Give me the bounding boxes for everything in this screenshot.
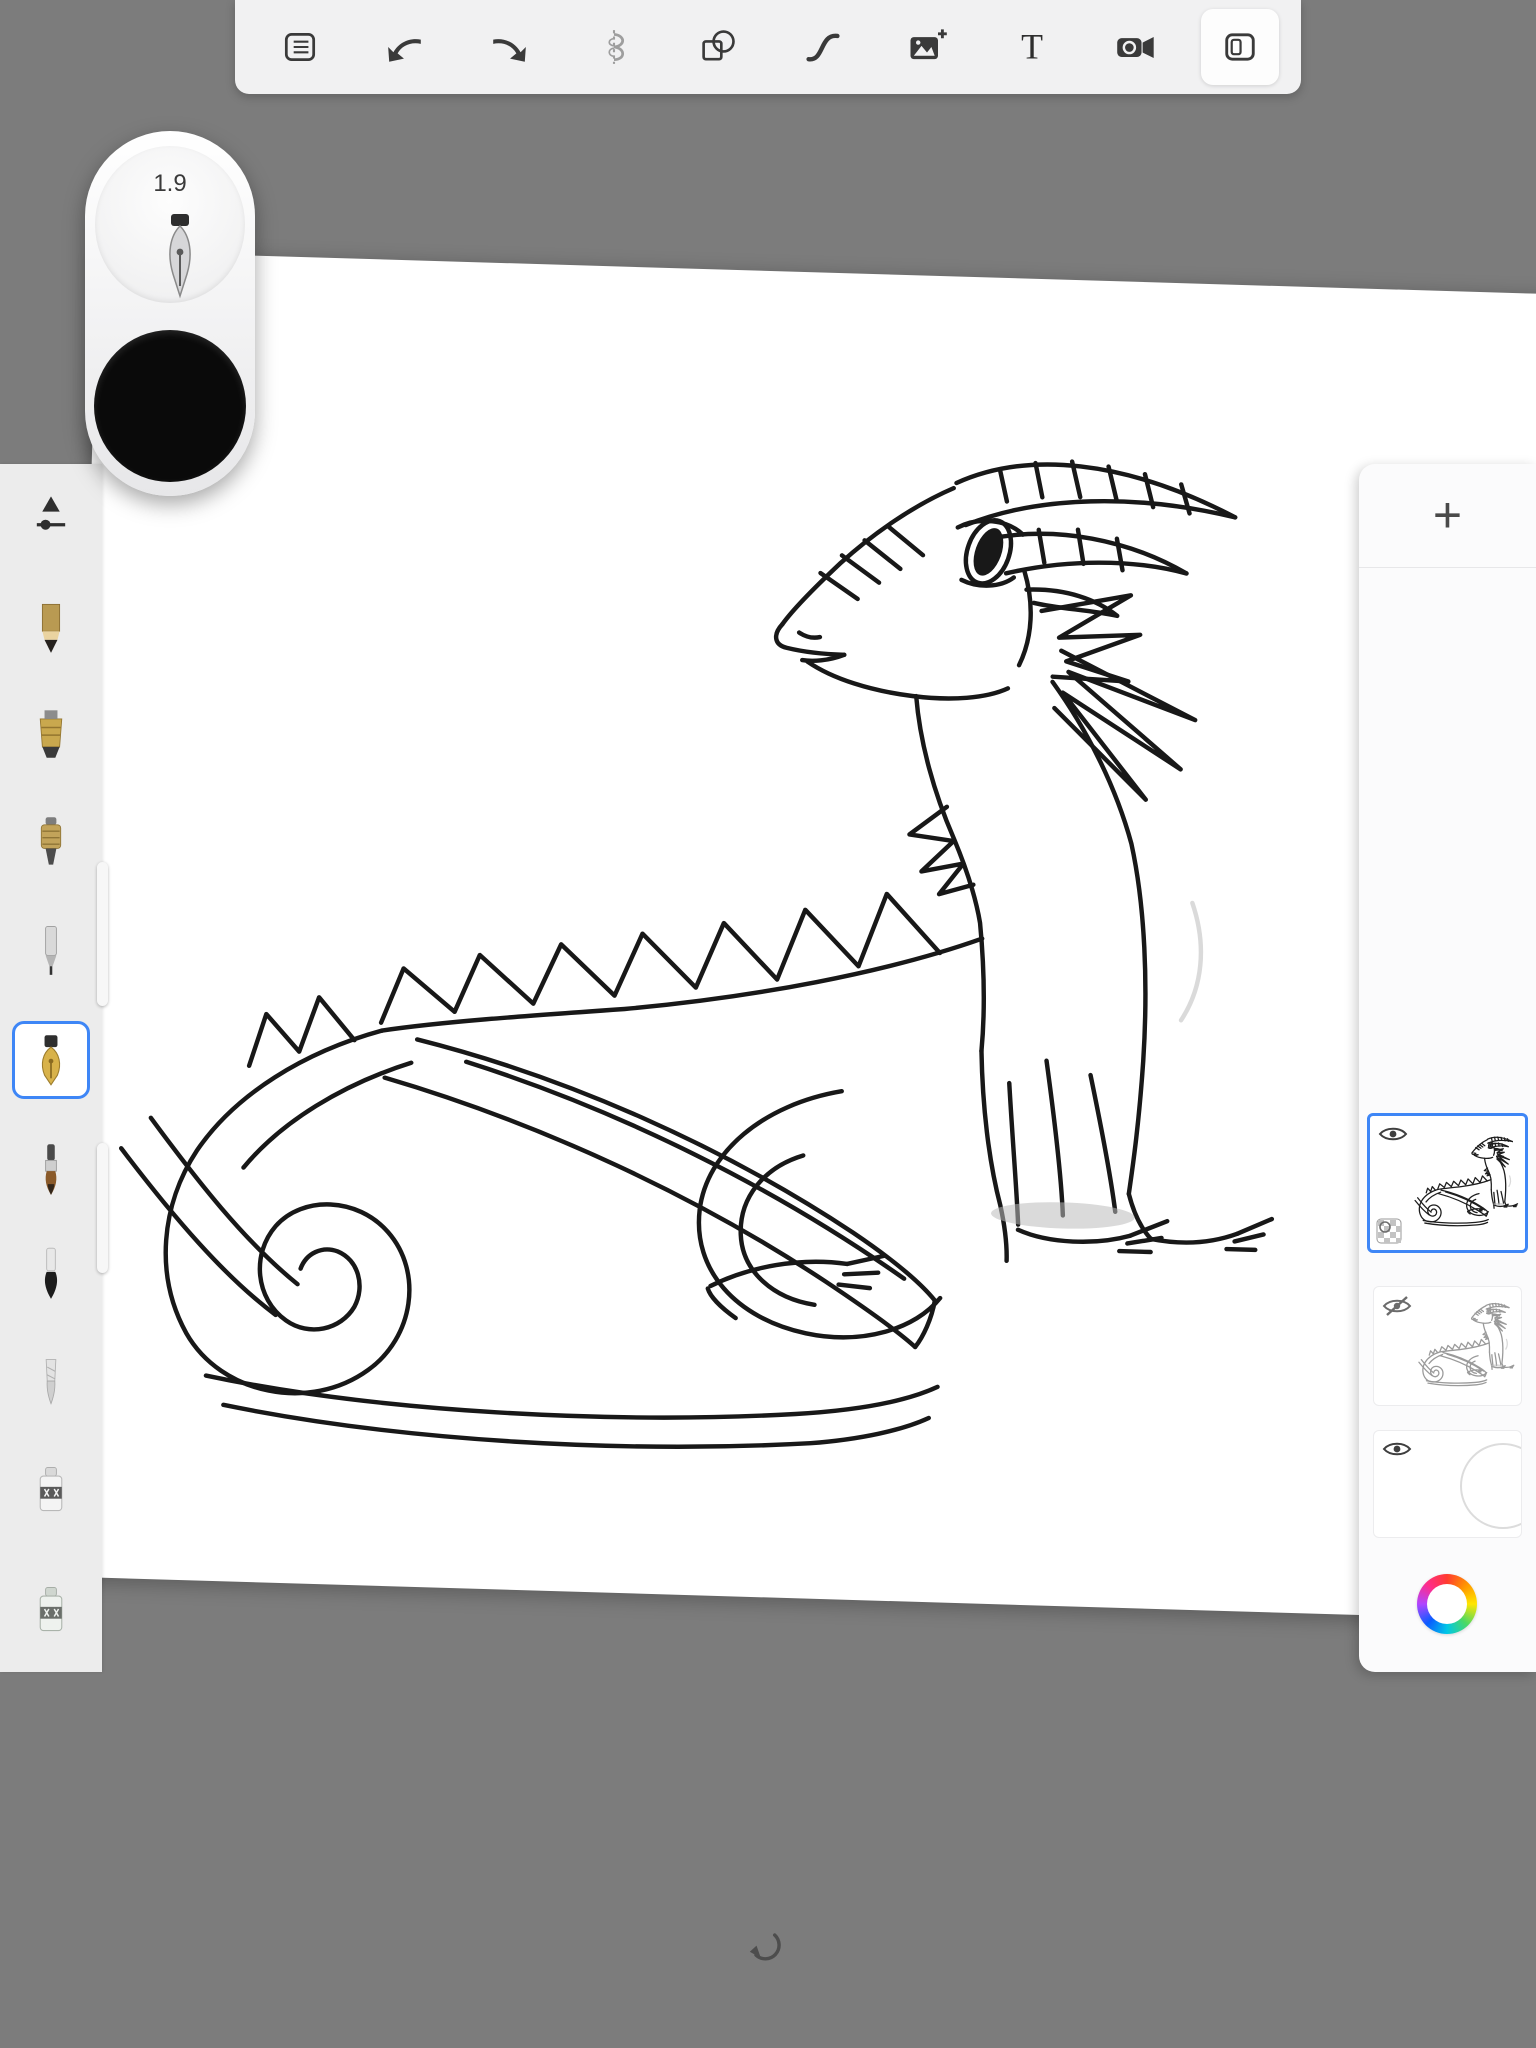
- chisel-marker-icon: [31, 706, 71, 762]
- text-tool-icon[interactable]: T: [1003, 18, 1061, 76]
- refresh-glyph: [746, 1925, 790, 1969]
- tool-paint-brush[interactable]: [15, 1133, 87, 1205]
- layer-alpha-badge-icon: [1376, 1218, 1402, 1244]
- timelapse-camera-icon[interactable]: [1107, 18, 1165, 76]
- shapes-glyph: [697, 26, 739, 68]
- layer-thumbnail-lineart: [1413, 1129, 1521, 1237]
- tool-ink-brush[interactable]: [15, 1237, 87, 1309]
- undo-glyph: [383, 27, 427, 67]
- fountain-pen-icon: [31, 1032, 71, 1088]
- symmetry-icon[interactable]: [585, 18, 643, 76]
- canvas-view-glyph: [1218, 26, 1262, 68]
- ink-brush-icon: [31, 1245, 71, 1301]
- tool-technical-pen[interactable]: [15, 913, 87, 985]
- pencil-icon: [31, 599, 71, 655]
- color-wheel[interactable]: [1417, 1574, 1477, 1634]
- brush-settings-icon: [29, 492, 73, 540]
- layer-thumbnail-circle: [1460, 1443, 1522, 1529]
- redo-icon[interactable]: [480, 18, 538, 76]
- airbrush-icon: [31, 814, 71, 870]
- layers-header: +: [1359, 464, 1536, 568]
- top-toolbar: T: [235, 0, 1301, 94]
- tool-brush-settings[interactable]: [15, 480, 87, 552]
- import-image-icon[interactable]: [898, 18, 956, 76]
- shapes-icon[interactable]: [689, 18, 747, 76]
- brush-puck[interactable]: 1.9: [85, 131, 255, 496]
- menu-list-glyph: [280, 27, 320, 67]
- undo-icon[interactable]: [376, 18, 434, 76]
- layer-thumbnail-sketch: [1417, 1296, 1517, 1396]
- tool-fountain-pen[interactable]: [12, 1021, 90, 1099]
- layer-item-sketch[interactable]: [1373, 1286, 1522, 1406]
- brush-size-value: 1.9: [95, 170, 245, 198]
- layer-visible-eye-icon[interactable]: [1378, 1123, 1408, 1145]
- layer-visible-eye-icon[interactable]: [1382, 1438, 1412, 1460]
- timelapse-camera-glyph: [1113, 26, 1159, 68]
- sync-icon[interactable]: [746, 1925, 790, 1969]
- redo-glyph: [487, 27, 531, 67]
- sidebar-scroll-handle-top[interactable]: [97, 862, 108, 1006]
- app-window: T 1.9: [0, 0, 1536, 2048]
- symmetry-glyph: [594, 25, 634, 69]
- blend-stump-icon: [31, 1352, 71, 1408]
- tool-sidebar: [0, 464, 102, 1672]
- layers-panel: +: [1359, 464, 1536, 1672]
- fountain-pen-nib-icon: [160, 212, 200, 306]
- tool-chisel-marker[interactable]: [15, 698, 87, 770]
- text-tool-glyph: T: [1012, 25, 1052, 69]
- stroke-curve-icon[interactable]: [794, 18, 852, 76]
- layer-hidden-eye-icon[interactable]: [1382, 1294, 1412, 1318]
- stroke-curve-glyph: [802, 26, 844, 68]
- layer-item-lineart[interactable]: [1367, 1113, 1528, 1253]
- tool-pencil[interactable]: [15, 591, 87, 663]
- tool-blend-stump[interactable]: [15, 1344, 87, 1416]
- tool-hard-eraser[interactable]: [15, 1453, 87, 1525]
- drawing-canvas[interactable]: [59, 251, 1536, 1620]
- sidebar-scroll-handle-bottom[interactable]: [97, 1143, 108, 1273]
- paint-brush-icon: [31, 1141, 71, 1197]
- soft-eraser-icon: [31, 1581, 71, 1637]
- color-puck[interactable]: [94, 330, 246, 482]
- tool-soft-eraser[interactable]: [15, 1573, 87, 1645]
- dragon-artwork: [59, 251, 1359, 1614]
- text-tool-letter: T: [1021, 27, 1043, 67]
- add-layer-button[interactable]: +: [1433, 490, 1462, 540]
- hard-eraser-icon: [31, 1461, 71, 1517]
- technical-pen-icon: [31, 921, 71, 977]
- brush-preview-disc: 1.9: [95, 146, 245, 303]
- menu-list-icon[interactable]: [271, 18, 329, 76]
- layer-item-background[interactable]: [1373, 1430, 1522, 1538]
- import-image-glyph: [905, 26, 949, 68]
- canvas-view-icon[interactable]: [1201, 9, 1279, 85]
- tool-airbrush[interactable]: [15, 806, 87, 878]
